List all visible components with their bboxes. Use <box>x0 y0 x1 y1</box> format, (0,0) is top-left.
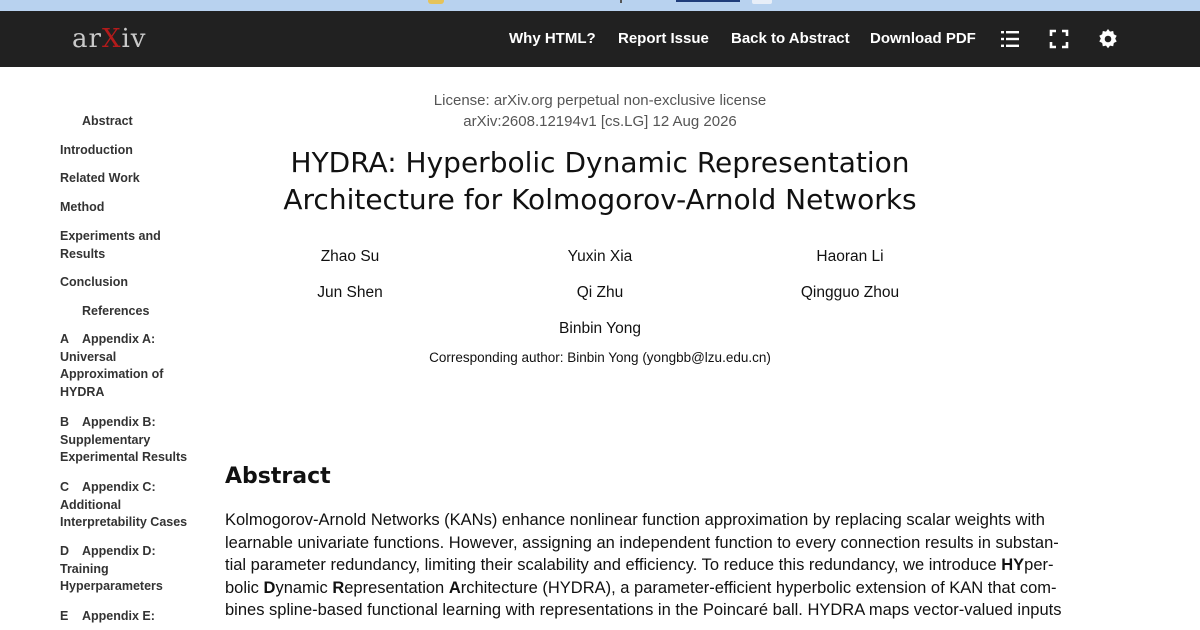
toc-item-appendix-a[interactable]: A Appendix A: Universal Approximation of … <box>60 331 172 401</box>
toc-number: E <box>60 609 69 623</box>
toc-item-related-work[interactable]: Related Work <box>60 170 195 188</box>
toc-number: C <box>60 480 70 494</box>
toc-item-appendix-d[interactable]: D Appendix D: Training Hyperparameters <box>60 543 178 596</box>
abstract-heading: Abstract <box>225 464 331 489</box>
author: Yuxin Xia <box>567 248 633 265</box>
author: Qi Zhu <box>576 284 624 301</box>
fullscreen-icon[interactable] <box>1047 27 1071 51</box>
toc-label: Appendix E: <box>82 609 155 623</box>
settings-icon[interactable] <box>1096 27 1120 51</box>
author: Haoran Li <box>816 248 884 265</box>
toc-number: D <box>60 544 70 558</box>
report-issue-link[interactable]: Report Issue <box>618 11 709 67</box>
toc-item-experiments[interactable]: Experiments and Results <box>60 228 195 263</box>
corresponding-author: Corresponding author: Binbin Yong (yongb… <box>429 350 771 365</box>
toc-item-method[interactable]: Method <box>60 199 195 217</box>
download-pdf-link[interactable]: Download PDF <box>870 11 976 67</box>
toc-item-references[interactable]: References <box>60 303 195 321</box>
arxiv-logo[interactable]: arXiv <box>72 23 146 55</box>
license-text[interactable]: License: arXiv.org perpetual non-exclusi… <box>225 90 975 111</box>
paper-title: HYDRA: Hyperbolic Dynamic Representation… <box>225 144 975 218</box>
toc-item-conclusion[interactable]: Conclusion <box>60 274 195 292</box>
list-icon[interactable] <box>998 27 1022 51</box>
back-to-abstract-link[interactable]: Back to Abstract <box>731 11 850 67</box>
banner-text-fragment <box>620 0 622 3</box>
banner-emoji-icon <box>428 0 444 4</box>
abstract-line: bines spline-based functional learning w… <box>225 601 1062 619</box>
toc-item-appendix-c[interactable]: C Appendix C: Additional Interpretability… <box>60 479 195 532</box>
abstract-line: learnable univariate functions. However,… <box>225 533 1059 552</box>
why-html-link[interactable]: Why HTML? <box>509 11 596 67</box>
announcement-banner <box>0 0 1200 11</box>
author: Binbin Yong <box>559 320 641 337</box>
toc-number: A <box>60 332 70 346</box>
license-block: License: arXiv.org perpetual non-exclusi… <box>225 90 975 132</box>
toc-item-introduction[interactable]: Introduction <box>60 142 195 160</box>
abstract-body: Kolmogorov-Arnold Networks (KANs) enhanc… <box>225 509 1062 622</box>
toc-number: B <box>60 415 70 429</box>
author: Qingguo Zhou <box>800 284 900 301</box>
abstract-line: bolic Dynamic Representation Architectur… <box>225 578 1057 597</box>
abstract-line: tial parameter redundancy, limiting thei… <box>225 556 1054 574</box>
arxiv-id: arXiv:2608.12194v1 [cs.LG] 12 Aug 2026 <box>463 113 737 130</box>
title-line: HYDRA: Hyperbolic Dynamic Representation <box>290 146 910 179</box>
header-bar: arXiv Why HTML? Report Issue Back to Abs… <box>0 11 1200 67</box>
toc-item-abstract[interactable]: Abstract <box>60 113 195 131</box>
banner-link[interactable] <box>676 0 740 2</box>
abstract-line: Kolmogorov-Arnold Networks (KANs) enhanc… <box>225 511 1045 529</box>
toc-item-appendix-b[interactable]: B Appendix B: Supplementary Experimental … <box>60 414 195 467</box>
toc-item-appendix-e[interactable]: E Appendix E: <box>60 608 178 626</box>
author: Jun Shen <box>317 284 383 301</box>
author: Zhao Su <box>320 248 380 265</box>
title-line: Architecture for Kolmogorov-Arnold Netwo… <box>283 183 917 216</box>
banner-close-button[interactable] <box>752 0 772 4</box>
